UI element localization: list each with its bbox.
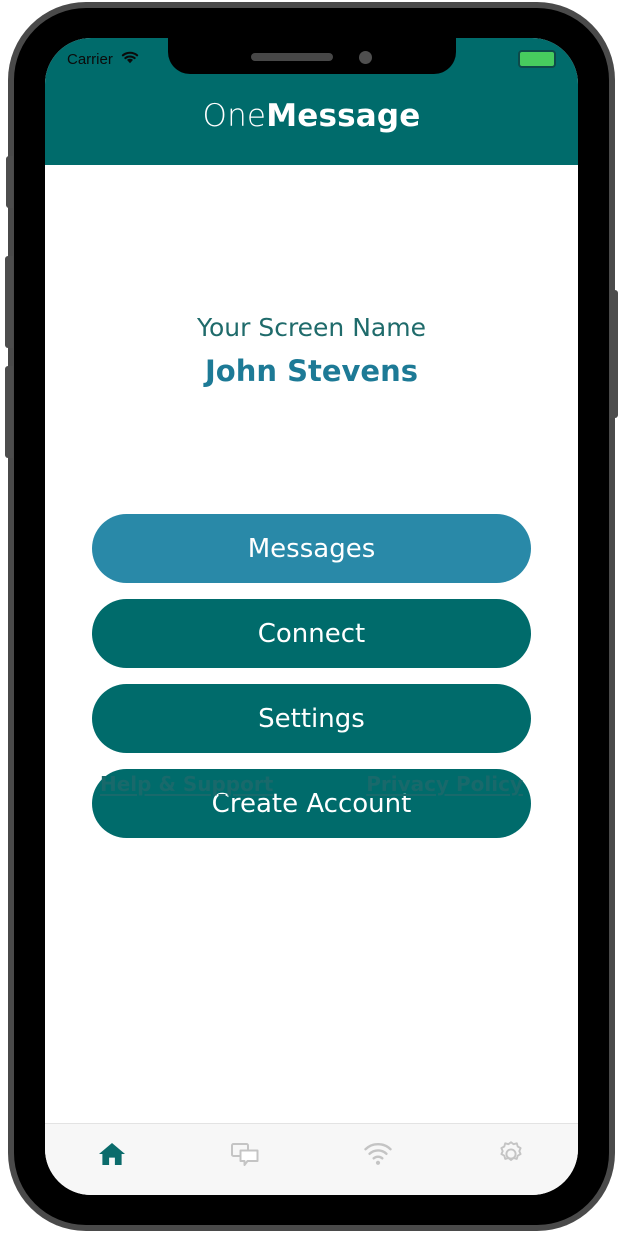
screen-name-value: John Stevens: [45, 354, 578, 388]
phone-screen: Carrier OneMessage Your Screen N: [45, 38, 578, 1195]
messages-button[interactable]: Messages: [92, 514, 531, 583]
carrier-label: Carrier: [67, 51, 113, 68]
power-button[interactable]: [610, 290, 618, 418]
tab-wifi[interactable]: [312, 1124, 445, 1187]
settings-gear-icon: [496, 1139, 526, 1173]
tab-home[interactable]: [45, 1124, 178, 1187]
volume-down-button[interactable]: [5, 366, 13, 458]
home-icon: [97, 1140, 127, 1172]
tab-settings[interactable]: [445, 1124, 578, 1187]
privacy-policy-link[interactable]: Privacy Policy: [366, 772, 523, 796]
connect-button[interactable]: Connect: [92, 599, 531, 668]
help-and-support-link[interactable]: Help & Support: [100, 772, 273, 796]
wifi-icon: [120, 50, 140, 69]
status-bar: Carrier: [45, 47, 578, 71]
wifi-icon: [362, 1141, 394, 1171]
settings-button[interactable]: Settings: [92, 684, 531, 753]
app-title-second: Message: [266, 98, 420, 134]
app-header: Carrier OneMessage: [45, 38, 578, 165]
bottom-tab-bar: [45, 1123, 578, 1195]
status-bar-left: Carrier: [67, 50, 140, 69]
volume-up-button[interactable]: [5, 256, 13, 348]
phone-device-frame: Carrier OneMessage Your Screen N: [14, 8, 609, 1225]
screen-name-block: Your Screen Name John Stevens: [45, 313, 578, 388]
silent-switch-button[interactable]: [6, 156, 13, 208]
battery-icon: [518, 50, 556, 68]
app-title-first: One: [202, 98, 266, 134]
tab-chat[interactable]: [178, 1124, 311, 1187]
screen-name-label: Your Screen Name: [45, 313, 578, 342]
footer-links: Help & Support Privacy Policy: [100, 772, 523, 796]
chat-icon: [229, 1140, 261, 1172]
app-title: OneMessage: [45, 98, 578, 134]
app-main-content: Your Screen Name John Stevens Messages C…: [45, 165, 578, 1123]
